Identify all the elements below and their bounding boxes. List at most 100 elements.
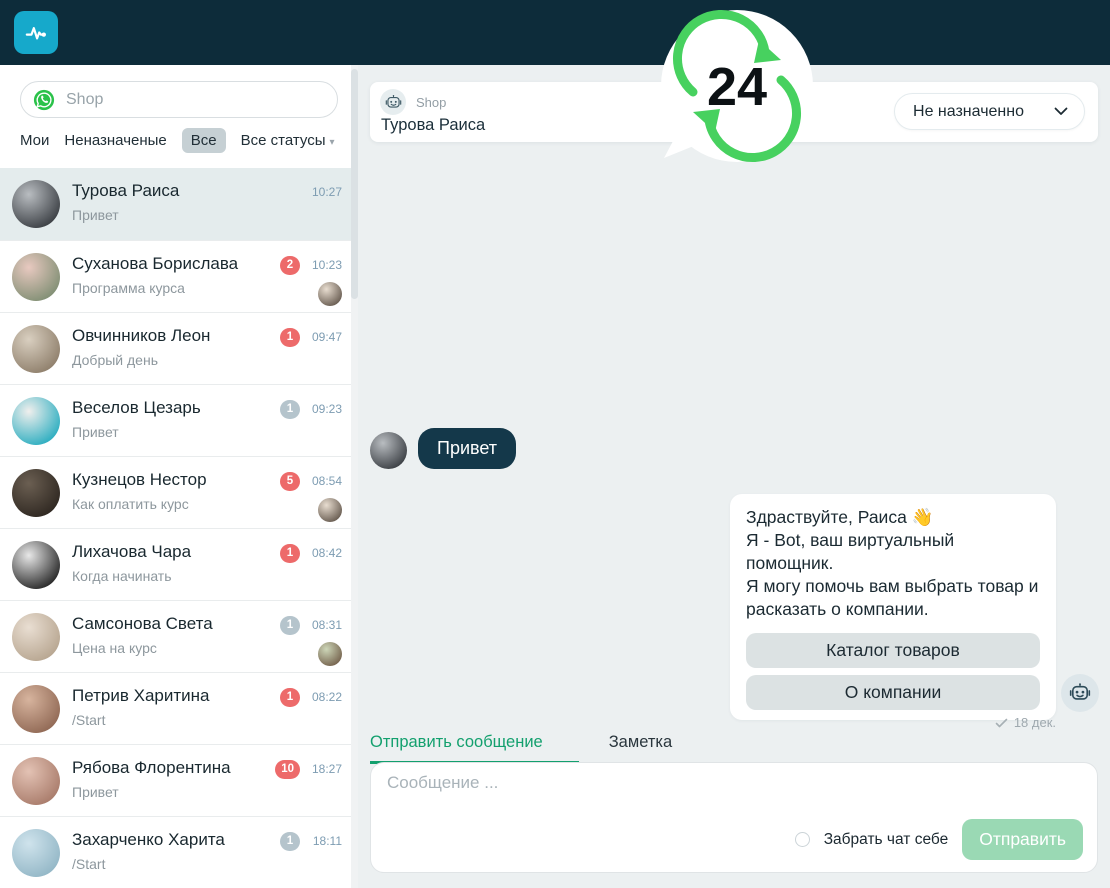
chat-time: 08:54: [311, 474, 342, 488]
chat-time: 10:27: [311, 185, 342, 199]
unread-badge: 1: [280, 328, 300, 347]
unread-badge: 10: [275, 760, 300, 779]
chat-contact-name: Веселов Цезарь: [72, 398, 201, 417]
chat-last-message: Привет: [72, 424, 119, 440]
contact-avatar: [12, 541, 60, 589]
sidebar: Shop Мои Неназначеные Все Все статусы ▾ Т…: [0, 65, 358, 888]
pulse-icon: [25, 26, 46, 39]
chat-list-item[interactable]: Захарченко Харита/Start 18:11 1: [0, 816, 358, 888]
unread-badge: 5: [280, 472, 300, 491]
assignee-dropdown-value: Не назначенно: [913, 102, 1024, 120]
bot-quick-replies: Каталог товаров О компании: [746, 633, 1040, 710]
chat-last-message: Привет: [72, 784, 119, 800]
chat-list-item[interactable]: Суханова Борислава Программа курса 10:23 2: [0, 240, 358, 312]
chat-contact-name: Лихачова Чара: [72, 542, 192, 561]
app-logo[interactable]: [14, 11, 58, 54]
assigned-agent-avatar: [318, 498, 342, 522]
unread-badge: 1: [280, 616, 300, 635]
brand-24-logo: 24: [659, 6, 817, 168]
logo-24-text: 24: [707, 57, 767, 117]
chat-header-channel: Shop: [416, 95, 447, 110]
take-chat-label: Забрать чат себе: [823, 830, 949, 848]
chat-contact-name: Турова Раиса: [72, 181, 180, 200]
chat-last-message: Как оплатить курс: [72, 496, 189, 512]
bot-quick-reply-button[interactable]: Каталог товаров: [746, 633, 1040, 668]
assignee-dropdown[interactable]: Не назначенно: [894, 93, 1085, 130]
filter-mine[interactable]: Мои: [20, 132, 49, 149]
filter-unassigned[interactable]: Неназначеные: [64, 132, 166, 149]
contact-avatar: [12, 613, 60, 661]
contact-avatar: [12, 180, 60, 228]
check-icon: [995, 718, 1008, 727]
chat-list-item[interactable]: Турова Раиса Привет 10:27: [0, 168, 358, 240]
chat-last-message: Цена на курс: [72, 640, 157, 656]
chat-time: 08:42: [311, 546, 342, 560]
chat-last-message: /Start: [72, 856, 106, 872]
chat-list-item[interactable]: Петрив Харитина/Start 08:22 1: [0, 672, 358, 744]
contact-avatar: [370, 432, 407, 469]
unread-badge: 1: [280, 688, 300, 707]
chat-main: Shop Турова Раиса Не назначенно Привет З…: [358, 65, 1110, 888]
composer-tabs: Отправить сообщение Заметка: [370, 733, 672, 764]
contact-avatar: [12, 397, 60, 445]
chat-last-message: Добрый день: [72, 352, 158, 368]
chat-last-message: /Start: [72, 712, 106, 728]
caret-down-icon: ▾: [329, 136, 335, 148]
chat-filters: Мои Неназначеные Все Все статусы ▾: [20, 127, 335, 153]
chat-contact-name: Суханова Борислава: [72, 254, 239, 273]
contact-avatar: [12, 325, 60, 373]
chat-list-item[interactable]: Лихачова Чара Когда начинать 08:42 1: [0, 528, 358, 600]
top-header-bar: [0, 0, 1110, 65]
message-date: 18 дек.: [1013, 715, 1056, 730]
chevron-down-icon: [1054, 107, 1068, 115]
contact-avatar: [12, 469, 60, 517]
contact-avatar: [12, 253, 60, 301]
contact-avatar: [12, 829, 60, 877]
bot-widget-button[interactable]: [1061, 674, 1099, 712]
chat-contact-name: Овчинников Леон: [72, 326, 211, 345]
chat-contact-name: Петрив Харитина: [72, 686, 210, 705]
bot-channel-icon: [380, 89, 406, 115]
chat-list-item[interactable]: Кузнецов Нестор Как оплатить курс 08:54 5: [0, 456, 358, 528]
sidebar-scrollbar-thumb[interactable]: [351, 69, 358, 299]
filter-all[interactable]: Все: [181, 127, 226, 153]
chat-time: 10:23: [311, 258, 342, 272]
assigned-agent-avatar: [318, 282, 342, 306]
unread-badge: 1: [280, 832, 300, 851]
chat-list: Турова Раиса Привет 10:27 Суханова Борислав…: [0, 168, 358, 888]
take-chat-checkbox[interactable]: [794, 832, 810, 847]
chat-contact-name: Рябова Флорентина: [72, 758, 231, 777]
unread-badge: 1: [280, 544, 300, 563]
robot-icon: [1069, 683, 1091, 700]
tab-note[interactable]: Заметка: [609, 733, 672, 764]
bot-message-line: Я могу помочь вам выбрать товар и расказ…: [746, 576, 1039, 619]
tab-send-message[interactable]: Отправить сообщение: [370, 733, 579, 764]
chat-list-item[interactable]: Веселов Цезарь Привет 09:23 1: [0, 384, 358, 456]
send-button[interactable]: Отправить: [962, 819, 1083, 860]
chat-list-item[interactable]: Рябова Флорентина Привет 18:27 10: [0, 744, 358, 816]
chat-list-item[interactable]: Самсонова Света Цена на курс 08:31 1: [0, 600, 358, 672]
chat-last-message: Программа курса: [72, 280, 185, 296]
channel-select-value: Shop: [66, 90, 104, 108]
chat-contact-name: Захарченко Харита: [72, 830, 225, 849]
chat-contact-name: Кузнецов Нестор: [72, 470, 207, 489]
bot-message-bubble: Здраствуйте, Раиса 👋 Я - Bot, ваш виртуал…: [730, 494, 1056, 720]
bot-message-text: Здраствуйте, Раиса 👋 Я - Bot, ваш виртуал…: [746, 506, 1040, 621]
chat-time: 09:23: [311, 402, 342, 416]
bot-message-line: Здраствуйте, Раиса 👋: [746, 507, 934, 527]
chat-list-item[interactable]: Овчинников Леон Добрый день 09:47 1: [0, 312, 358, 384]
chat-time: 09:47: [311, 330, 342, 344]
contact-avatar: [12, 757, 60, 805]
chat-last-message: Привет: [72, 207, 119, 223]
chat-time: 18:11: [312, 834, 342, 848]
filter-statuses[interactable]: Все статусы ▾: [241, 132, 335, 149]
chat-time: 08:31: [311, 618, 342, 632]
unread-badge: 1: [280, 400, 300, 419]
bot-message-line: Я - Bot, ваш виртуальный помощник.: [746, 530, 955, 573]
incoming-message-bubble: Привет: [418, 428, 517, 469]
bot-quick-reply-button[interactable]: О компании: [746, 675, 1040, 710]
channel-select[interactable]: Shop: [20, 81, 338, 118]
assigned-agent-avatar: [318, 642, 342, 666]
chat-header-contact-name: Турова Раиса: [381, 116, 486, 134]
chat-time: 18:27: [311, 762, 342, 776]
